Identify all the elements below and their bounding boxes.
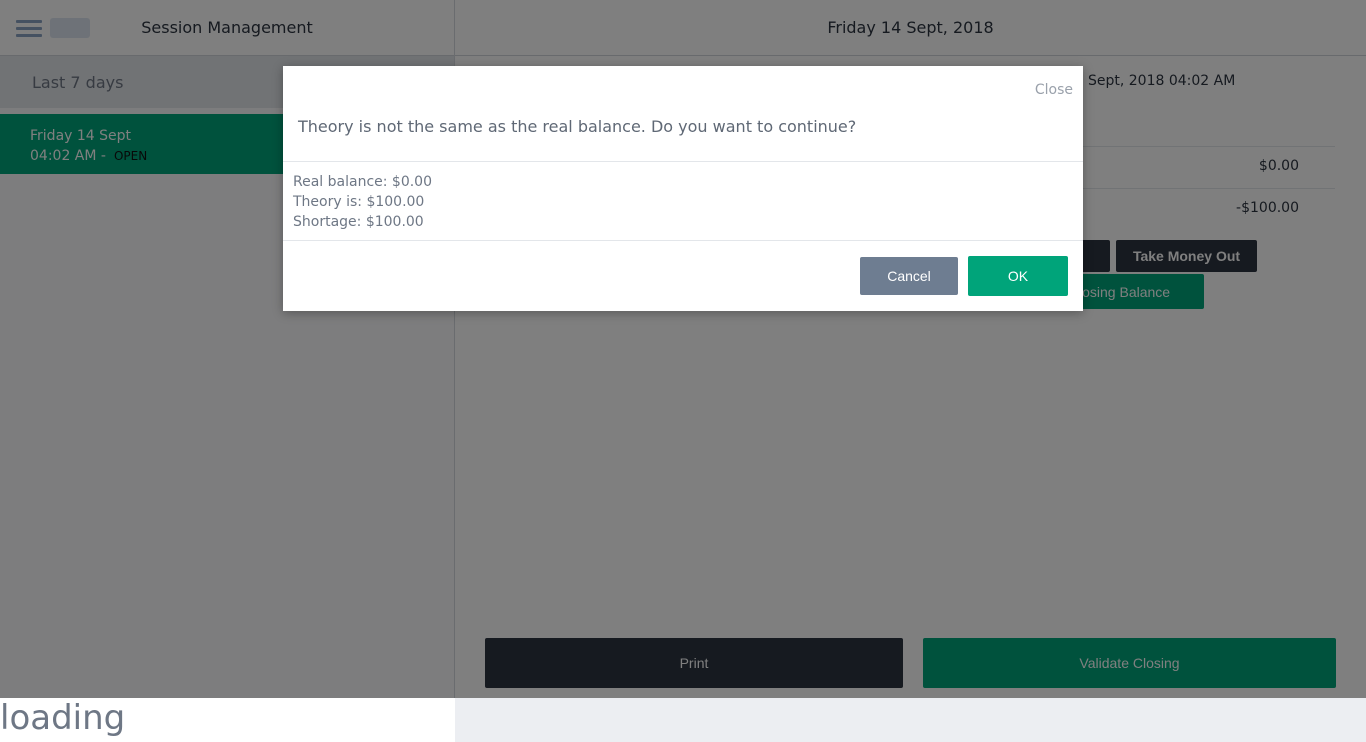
ok-button[interactable]: OK: [968, 256, 1068, 296]
real-balance-text: Real balance: $0.00: [293, 174, 432, 190]
cancel-button[interactable]: Cancel: [860, 257, 958, 295]
theory-text: Theory is: $100.00: [293, 194, 425, 210]
dialog-question: Theory is not the same as the real balan…: [298, 117, 857, 136]
shortage-text: Shortage: $100.00: [293, 214, 424, 230]
dialog-details: Real balance: $0.00 Theory is: $100.00 S…: [283, 161, 1083, 241]
confirm-dialog: Close Theory is not the same as the real…: [283, 66, 1083, 311]
close-button[interactable]: Close: [1035, 82, 1073, 98]
bottom-bar: [455, 698, 1366, 742]
loading-indicator: loading: [0, 698, 126, 738]
